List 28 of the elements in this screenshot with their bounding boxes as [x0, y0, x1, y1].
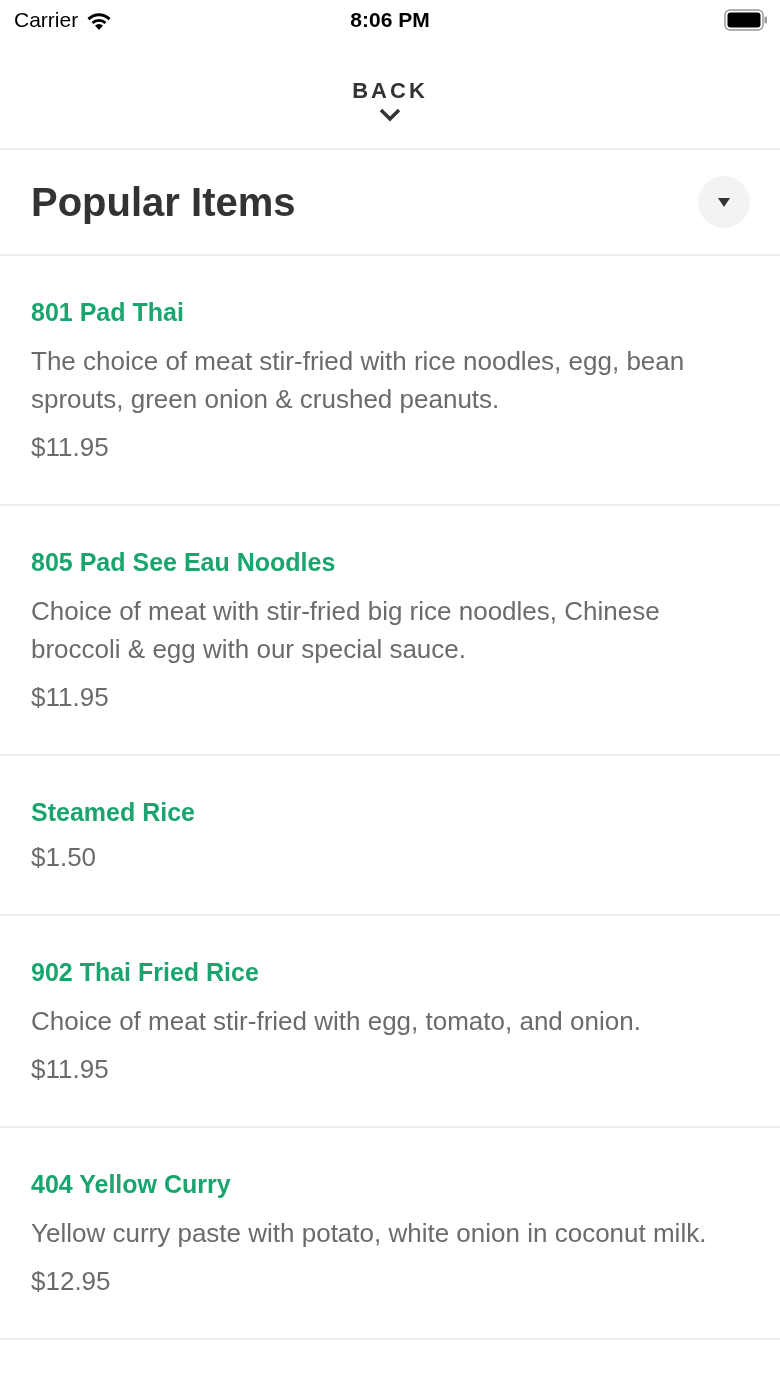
item-name: 404 Yellow Curry — [31, 1169, 232, 1200]
carrier-name: Carrier — [14, 8, 79, 32]
back-button[interactable]: BACK — [352, 78, 428, 122]
item-price: $11.95 — [31, 431, 110, 464]
item-price: $11.95 — [31, 1053, 110, 1086]
item-description: Choice of meat with stir-fried big rice noodles, Chinese broccoli & egg with our special sauce. — [31, 595, 661, 666]
section-title: Popular Items — [31, 179, 296, 225]
triangle-down-icon — [718, 197, 730, 207]
item-name: Steamed Rice — [31, 797, 196, 828]
menu-item[interactable]: 902 Thai Fried Rice Choice of meat stir-fried with egg, tomato, and onion. $11.95 — [0, 916, 780, 1128]
clock-time: 8:06 PM — [350, 8, 430, 32]
item-price: $11.95 — [31, 681, 110, 714]
item-name: 805 Pad See Eau Noodles — [31, 547, 337, 578]
item-description: Yellow curry paste with potato, white onion in coconut milk. — [31, 1217, 708, 1250]
menu-item[interactable]: 805 Pad See Eau Noodles Choice of meat with stir-fried big rice noodles, Chinese broccoli & egg with our special sauce. $11.95 — [0, 506, 780, 756]
chevron-down-icon — [379, 108, 401, 122]
menu-item[interactable]: Steamed Rice $1.50 — [0, 756, 780, 916]
item-description: Choice of meat stir-fried with egg, tomato, and onion. — [31, 1005, 642, 1038]
item-description: The choice of meat stir-fried with rice noodles, egg, bean sprouts, green onion & crushed peanuts. — [31, 345, 686, 416]
item-price: $1.50 — [31, 841, 98, 874]
item-name: 801 Pad Thai — [31, 297, 185, 328]
menu-item[interactable]: 404 Yellow Curry Yellow curry paste with potato, white onion in coconut milk. $12.95 — [0, 1128, 780, 1340]
item-price: $12.95 — [31, 1265, 112, 1298]
item-name: 902 Thai Fried Rice — [31, 957, 260, 988]
menu-item[interactable]: 801 Pad Thai The choice of meat stir-fried with rice noodles, egg, bean sprouts, green onion & crushed peanuts. $11.95 — [0, 256, 780, 506]
collapse-toggle-button[interactable] — [698, 176, 750, 228]
wifi-icon — [86, 10, 113, 30]
battery-icon — [724, 9, 768, 31]
